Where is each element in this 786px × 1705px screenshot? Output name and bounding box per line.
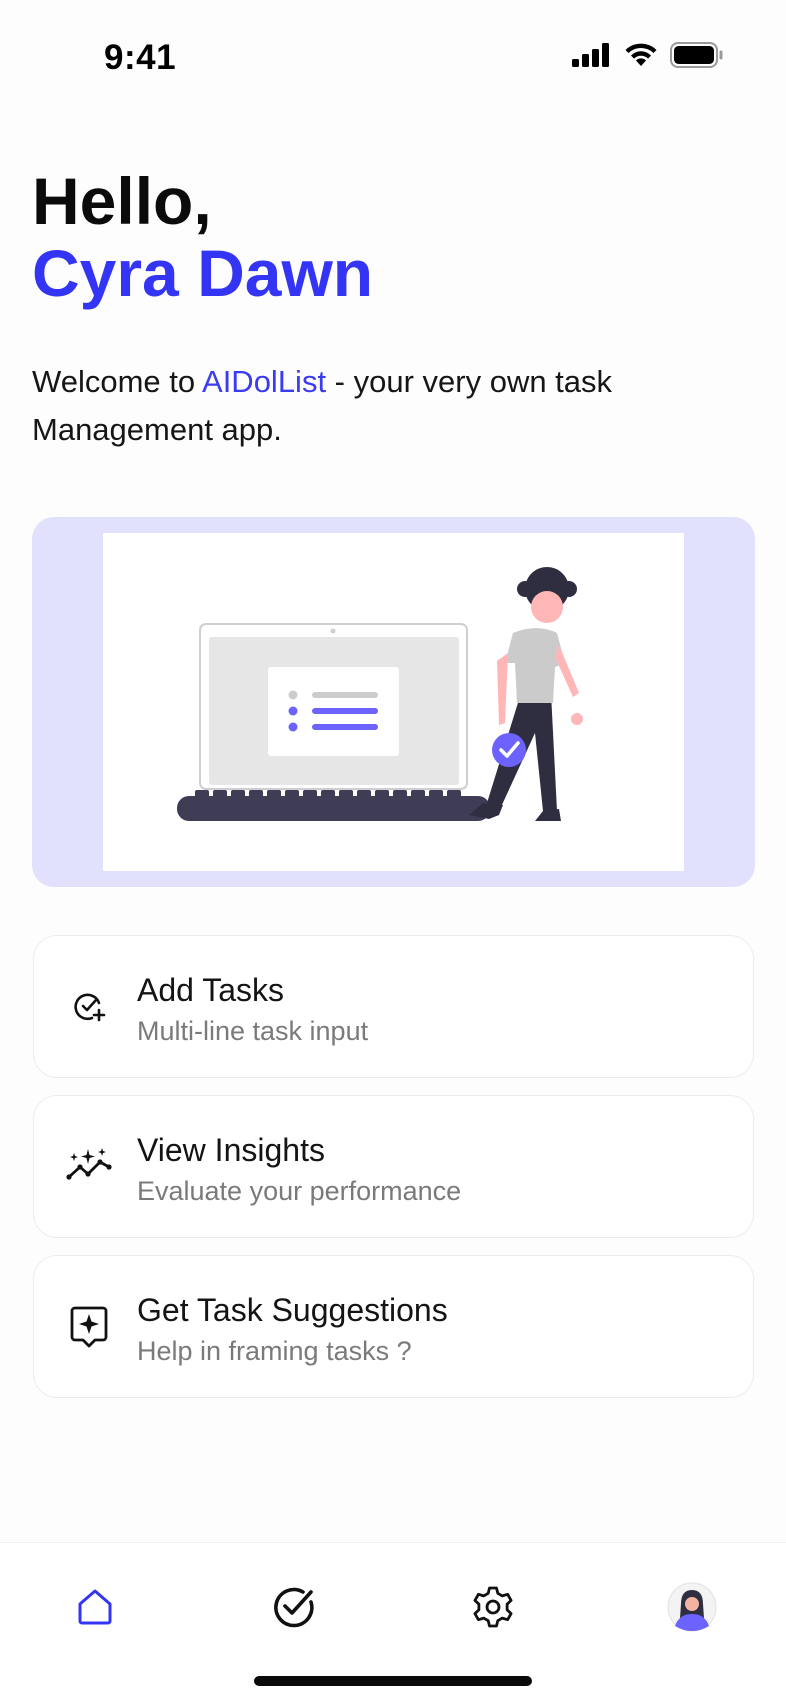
hero-banner: [32, 517, 755, 887]
brand-name: AIDolList: [202, 364, 327, 399]
tab-tasks[interactable]: [264, 1579, 324, 1639]
person-with-laptop-checklist-illustration: [177, 567, 583, 821]
card-subtitle: Help in framing tasks ?: [137, 1336, 412, 1366]
status-icons: [572, 42, 724, 73]
status-bar: 9:41: [0, 0, 786, 118]
status-time: 9:41: [104, 38, 177, 77]
check-circle-icon: [271, 1584, 317, 1635]
greeting-hello: Hello,: [32, 164, 212, 238]
view-insights-card[interactable]: View Insights Evaluate your performance: [33, 1095, 754, 1238]
check-circle-plus-icon: [66, 984, 112, 1030]
card-title: Get Task Suggestions: [137, 1292, 448, 1328]
sparkle-message-icon: [66, 1304, 112, 1350]
welcome-text: Welcome to AIDolList - your very own tas…: [32, 358, 672, 454]
wifi-icon: [624, 43, 658, 72]
user-name: Cyra Dawn: [32, 236, 374, 310]
greeting-heading: Hello, Cyra Dawn: [32, 165, 373, 309]
signal-icon: [572, 43, 612, 72]
hero-illustration-frame: [103, 533, 684, 871]
tab-home[interactable]: [65, 1579, 125, 1639]
card-title: View Insights: [137, 1132, 325, 1168]
battery-icon: [670, 42, 724, 73]
card-subtitle: Evaluate your performance: [137, 1176, 462, 1206]
tab-profile[interactable]: [662, 1579, 722, 1639]
avatar: [667, 1582, 717, 1637]
gear-icon: [471, 1585, 515, 1634]
add-tasks-card[interactable]: Add Tasks Multi-line task input: [33, 935, 754, 1078]
task-suggestions-card[interactable]: Get Task Suggestions Help in framing tas…: [33, 1255, 754, 1398]
home-icon: [75, 1587, 115, 1632]
tab-settings[interactable]: [463, 1579, 523, 1639]
sparkle-trend-icon: [66, 1144, 112, 1190]
card-subtitle: Multi-line task input: [137, 1016, 369, 1046]
card-title: Add Tasks: [137, 972, 285, 1008]
welcome-prefix: Welcome to: [32, 364, 203, 399]
home-indicator: [254, 1676, 532, 1686]
